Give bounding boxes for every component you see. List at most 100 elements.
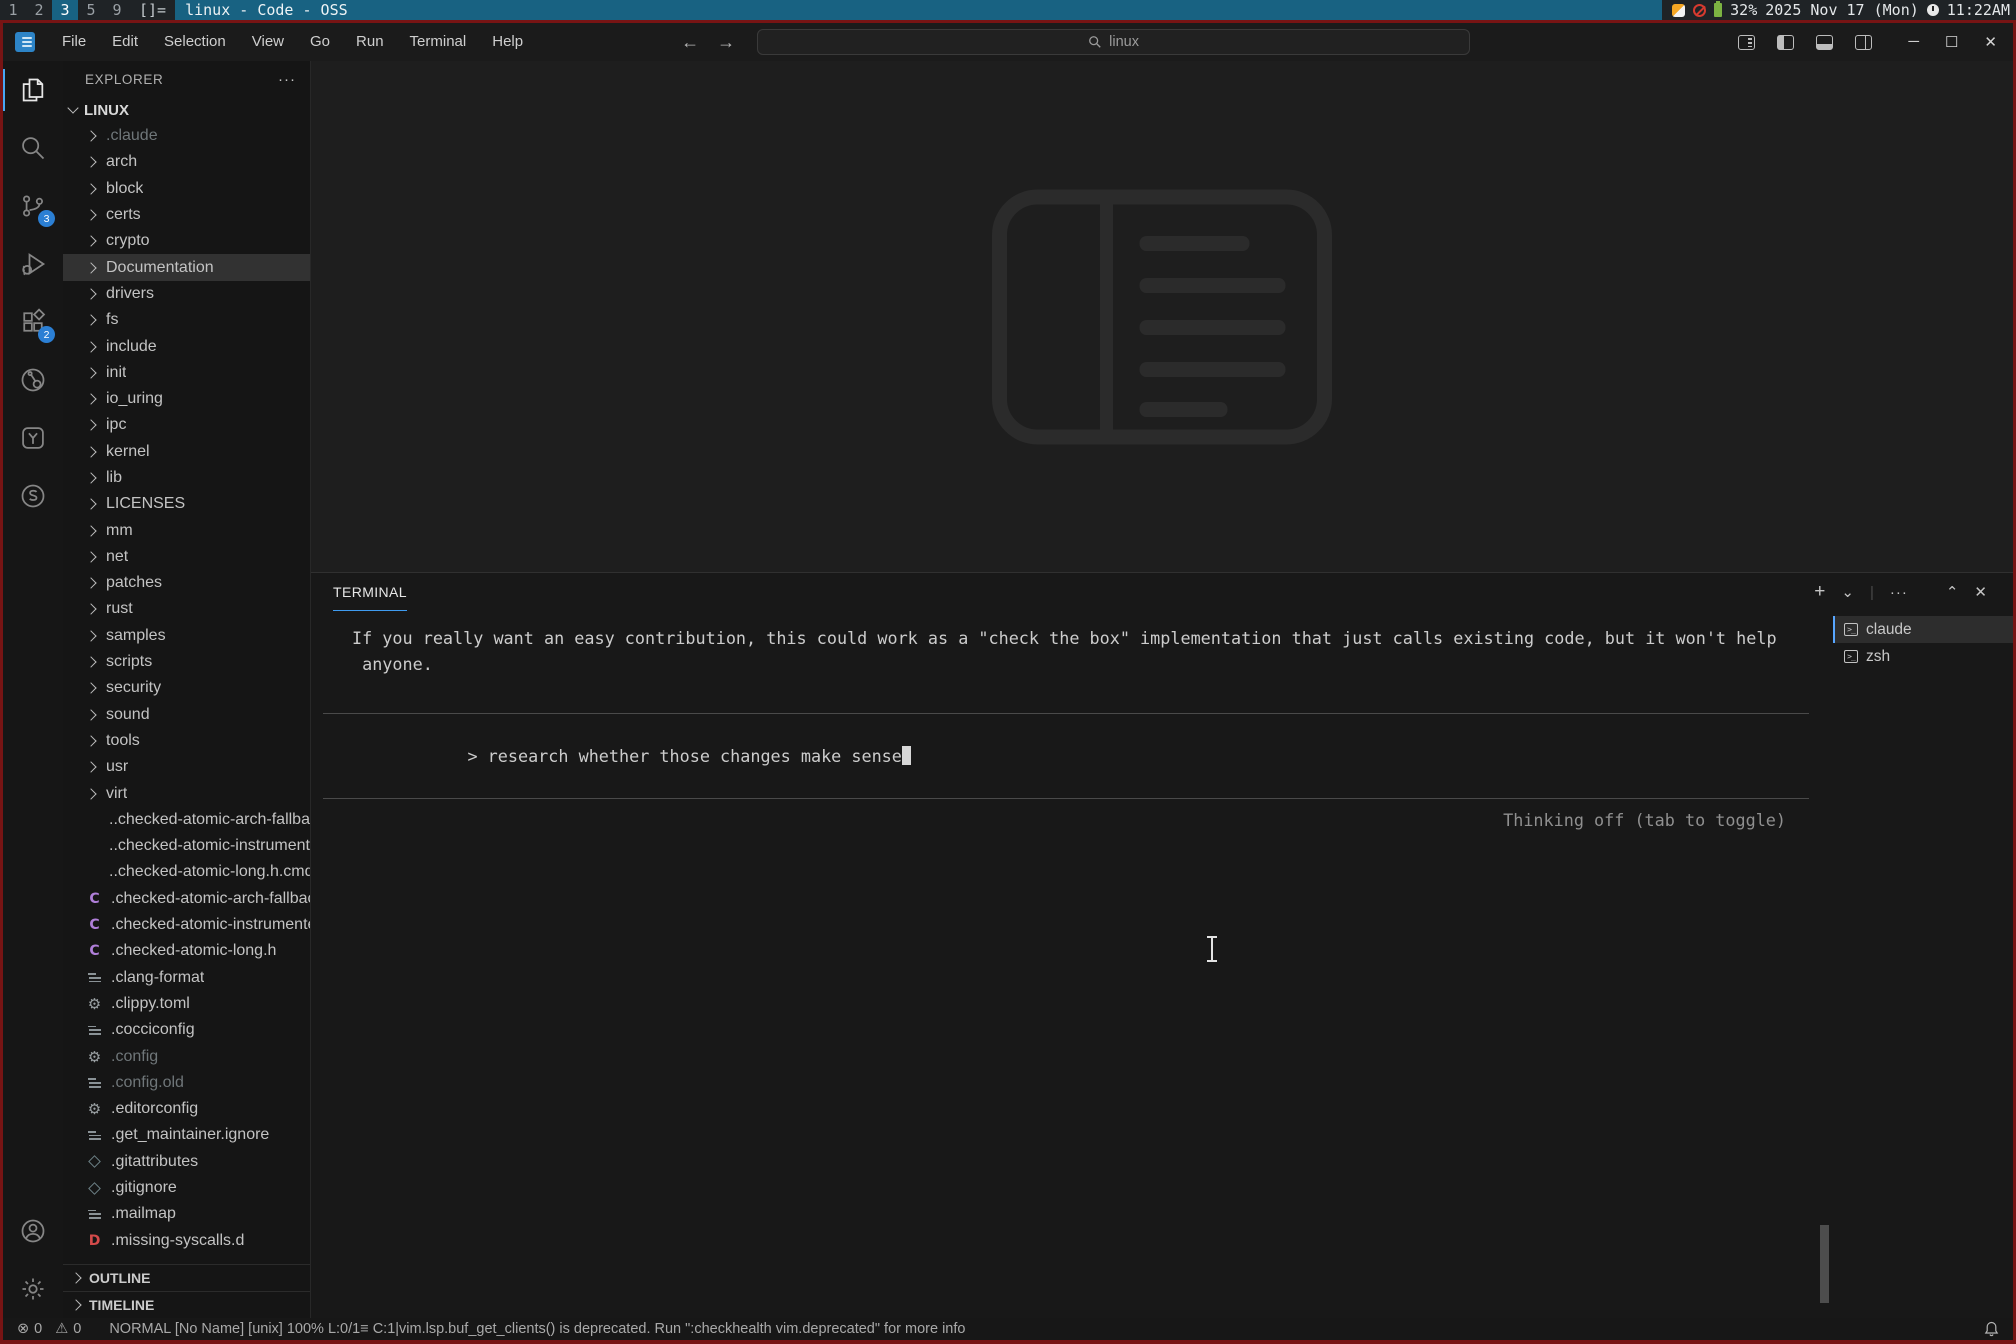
folder-row-licenses[interactable]: LICENSES	[63, 491, 310, 517]
terminal-dropdown-icon[interactable]: ⌄	[1841, 583, 1854, 601]
folder-row-init[interactable]: init	[63, 360, 310, 386]
accounts-button[interactable]	[3, 1202, 63, 1260]
workspace-5[interactable]: 5	[78, 0, 104, 20]
file-row--checked-atomic-instrumente-[interactable]: C.checked-atomic-instrumente...	[63, 912, 310, 938]
menu-view[interactable]: View	[239, 23, 297, 61]
folder-row-drivers[interactable]: drivers	[63, 281, 310, 307]
editor-area[interactable]	[311, 61, 2013, 572]
forward-button[interactable]: →	[717, 32, 735, 53]
file-row--config[interactable]: ⚙.config	[63, 1043, 310, 1069]
outline-section[interactable]: OUTLINE	[63, 1264, 310, 1291]
file-row--gitattributes[interactable]: .gitattributes	[63, 1149, 310, 1175]
c-icon: C	[87, 891, 102, 906]
folder-row-patches[interactable]: patches	[63, 570, 310, 596]
folder-row-mm[interactable]: mm	[63, 517, 310, 543]
menu-help[interactable]: Help	[479, 23, 536, 61]
folder-row-crypto[interactable]: crypto	[63, 228, 310, 254]
terminal-more-actions-icon[interactable]: ···	[1890, 584, 1908, 601]
folder-row-samples[interactable]: samples	[63, 623, 310, 649]
close-button[interactable]: ✕	[1984, 33, 1997, 51]
folder-row-net[interactable]: net	[63, 544, 310, 570]
menu-terminal[interactable]: Terminal	[397, 23, 480, 61]
customize-layout-icon[interactable]	[1738, 35, 1755, 50]
close-panel-icon[interactable]: ✕	[1974, 583, 1987, 601]
file-row--editorconfig[interactable]: ⚙.editorconfig	[63, 1096, 310, 1122]
git-graph-tab[interactable]	[3, 351, 63, 409]
source-control-tab[interactable]: 3	[3, 177, 63, 235]
folder-row-security[interactable]: security	[63, 675, 310, 701]
settings-button[interactable]	[3, 1260, 63, 1318]
folder-row-tools[interactable]: tools	[63, 728, 310, 754]
more-actions-icon[interactable]: ···	[278, 71, 296, 88]
minimize-button[interactable]: ─	[1908, 33, 1919, 51]
folder-row-rust[interactable]: rust	[63, 596, 310, 622]
tray-app-icon[interactable]	[1672, 4, 1685, 17]
toggle-panel-icon[interactable]	[1816, 35, 1833, 50]
claude-input-box[interactable]: > research whether those changes make se…	[323, 713, 1809, 799]
y-extension-tab[interactable]	[3, 409, 63, 467]
folder-row-usr[interactable]: usr	[63, 754, 310, 780]
folder-row-certs[interactable]: certs	[63, 202, 310, 228]
menu-selection[interactable]: Selection	[151, 23, 239, 61]
folder-row-lib[interactable]: lib	[63, 465, 310, 491]
file-row--config-old[interactable]: .config.old	[63, 1070, 310, 1096]
file-row--checked-atomic-arch-fallback-h[interactable]: C .checked-atomic-arch-fallback.h	[63, 886, 310, 912]
s-extension-tab[interactable]	[3, 467, 63, 525]
file-row--mailmap[interactable]: .mailmap	[63, 1201, 310, 1227]
folder-row-arch[interactable]: arch	[63, 149, 310, 175]
toggle-sidebar-icon[interactable]	[1777, 35, 1794, 50]
problems-indicator[interactable]: ⊗ 0 ⚠ 0	[17, 1321, 81, 1337]
command-center-search[interactable]: linux	[757, 29, 1470, 55]
folder-row-io-uring[interactable]: io_uring	[63, 386, 310, 412]
file-row--clang-format[interactable]: .clang-format	[63, 965, 310, 991]
menu-edit[interactable]: Edit	[99, 23, 151, 61]
root-folder[interactable]: LINUX	[63, 97, 310, 123]
workspace-3[interactable]: 3	[52, 0, 78, 20]
file-row--checked-atomic-long-h-cmd[interactable]: ..checked-atomic-long.h.cmd	[63, 859, 310, 885]
workspace-2[interactable]: 2	[26, 0, 52, 20]
new-terminal-button[interactable]: +	[1814, 581, 1825, 603]
file-row--missing-syscalls-d[interactable]: D.missing-syscalls.d	[63, 1227, 310, 1253]
menu-go[interactable]: Go	[297, 23, 343, 61]
folder-row-sound[interactable]: sound	[63, 702, 310, 728]
back-button[interactable]: ←	[681, 32, 699, 53]
workspace-9[interactable]: 9	[104, 0, 130, 20]
file-row--checked-atomic-arch-fallbac-[interactable]: ..checked-atomic-arch-fallbac...	[63, 807, 310, 833]
timeline-section[interactable]: TIMELINE	[63, 1291, 310, 1318]
file-row--get-maintainer-ignore[interactable]: .get_maintainer.ignore	[63, 1122, 310, 1148]
folder-row-include[interactable]: include	[63, 333, 310, 359]
terminal-viewport[interactable]: If you really want an easy contribution,…	[311, 611, 1833, 1318]
maximize-panel-icon[interactable]: ⌃	[1946, 583, 1959, 601]
notifications-bell-icon[interactable]	[1984, 1321, 1999, 1337]
folder-row-ipc[interactable]: ipc	[63, 412, 310, 438]
folder-row-kernel[interactable]: kernel	[63, 439, 310, 465]
menu-run[interactable]: Run	[343, 23, 397, 61]
item-label: .checked-atomic-long.h	[111, 942, 276, 960]
extensions-tab[interactable]: 2	[3, 293, 63, 351]
terminal-instance-claude[interactable]: >_claude	[1833, 616, 2013, 643]
folder-row-scripts[interactable]: scripts	[63, 649, 310, 675]
terminal-scrollbar[interactable]	[1820, 1225, 1829, 1303]
folder-row-documentation[interactable]: Documentation	[63, 254, 310, 280]
terminal-instance-zsh[interactable]: >_zsh	[1833, 643, 2013, 670]
workspace-1[interactable]: 1	[0, 0, 26, 20]
file-row--checked-atomic-long-h[interactable]: C.checked-atomic-long.h	[63, 938, 310, 964]
menu-file[interactable]: File	[49, 23, 99, 61]
file-row--clippy-toml[interactable]: ⚙.clippy.toml	[63, 991, 310, 1017]
maximize-button[interactable]: ☐	[1945, 33, 1958, 51]
file-row--gitignore[interactable]: .gitignore	[63, 1175, 310, 1201]
folder-row-fs[interactable]: fs	[63, 307, 310, 333]
search-tab[interactable]	[3, 119, 63, 177]
folder-row--claude[interactable]: .claude	[63, 123, 310, 149]
explorer-tab[interactable]	[3, 61, 63, 119]
folder-row-virt[interactable]: virt	[63, 780, 310, 806]
item-label: .checked-atomic-arch-fallback.h	[111, 890, 310, 908]
terminal-tab[interactable]: TERMINAL	[333, 573, 407, 611]
mute-icon[interactable]	[1693, 4, 1706, 17]
file-row--cocciconfig[interactable]: .cocciconfig	[63, 1017, 310, 1043]
folder-row-block[interactable]: block	[63, 176, 310, 202]
run-debug-tab[interactable]	[3, 235, 63, 293]
chevron-right-icon	[85, 709, 96, 720]
toggle-secondary-sidebar-icon[interactable]	[1855, 35, 1872, 50]
file-row--checked-atomic-instrumente-[interactable]: ..checked-atomic-instrumente...	[63, 833, 310, 859]
